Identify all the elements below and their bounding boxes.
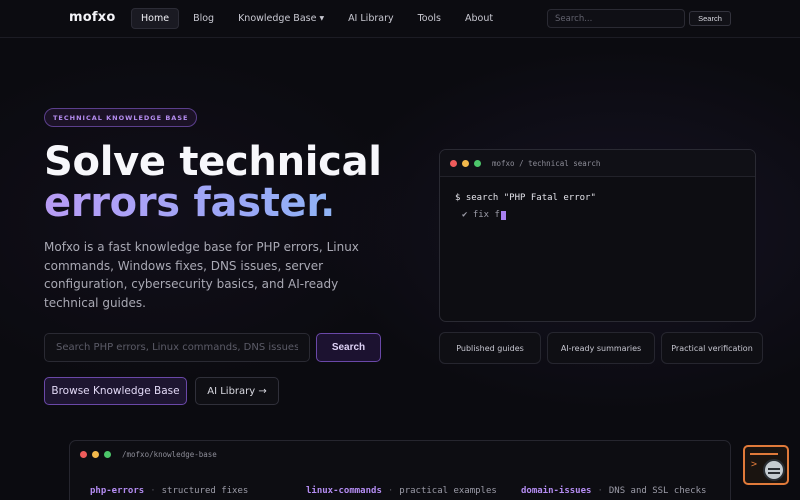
kb-separator: · [150, 486, 156, 496]
terminal-card: mofxo / technical search $ search "PHP F… [439, 149, 756, 322]
kb-separator: · [387, 486, 394, 496]
kb-category-value: practical examples [399, 486, 497, 496]
knowledge-base-panel: /mofxo/knowledge-base php-errors · struc… [69, 440, 731, 500]
prompt-chevron-icon: > [751, 459, 758, 470]
terminal-output: ✔ fix f [462, 210, 506, 220]
feature-chip: Published guides [439, 332, 541, 364]
nav-item-label: Knowledge Base [238, 13, 317, 24]
feature-chip: Practical verification [661, 332, 763, 364]
yellow-dot-icon [462, 159, 469, 167]
nav-search-input[interactable] [547, 9, 685, 28]
nav-item-ai-library[interactable]: AI Library [338, 8, 404, 29]
feature-chip: AI-ready summaries [547, 332, 655, 364]
hero-search-button[interactable]: Search [316, 333, 381, 362]
site-logo[interactable]: mofxo [69, 10, 115, 25]
terminal-command: $ search "PHP Fatal error" [455, 193, 596, 203]
kb-separator: · [597, 486, 603, 496]
nav-item-label: AI Library [348, 13, 394, 24]
nav-item-blog[interactable]: Blog [183, 8, 224, 29]
terminal-title: mofxo / technical search [492, 158, 601, 168]
kb-category-key: linux-commands [306, 486, 382, 496]
red-dot-icon [450, 159, 457, 167]
kb-category-row[interactable]: php-errors · structured fixes [90, 486, 248, 496]
kb-category-key: domain-issues [521, 486, 592, 496]
kb-category-row[interactable]: linux-commands · practical examples [306, 486, 497, 496]
magnifier-icon [763, 459, 785, 481]
kb-path: /mofxo/knowledge-base [122, 450, 217, 459]
main-nav: Home Blog Knowledge Base ▼ AI Library Too… [131, 8, 507, 29]
nav-item-label: Home [141, 13, 170, 24]
cursor-icon [500, 210, 506, 220]
ai-library-button[interactable]: AI Library → [195, 377, 279, 405]
chevron-down-icon: ▼ [319, 15, 325, 22]
red-dot-icon [80, 451, 87, 458]
kb-category-row[interactable]: domain-issues · DNS and SSL checks [521, 486, 706, 496]
feature-chips: Published guides AI-ready summaries Prac… [439, 332, 769, 364]
kb-category-value: structured fixes [161, 486, 249, 496]
yellow-dot-icon [92, 451, 99, 458]
hero-description: Mofxo is a fast knowledge base for PHP e… [44, 240, 359, 310]
nav-item-about[interactable]: About [455, 8, 503, 29]
terminal-search-widget-icon[interactable]: > [743, 445, 789, 485]
nav-item-tools[interactable]: Tools [408, 8, 451, 29]
widget-bar [750, 453, 778, 455]
kb-category-key: php-errors [90, 486, 145, 496]
nav-item-label: Blog [193, 13, 215, 24]
terminal-output-text: ✔ fix f [462, 210, 500, 220]
terminal-header: mofxo / technical search [440, 150, 755, 177]
green-dot-icon [474, 159, 481, 167]
nav-item-home[interactable]: Home [131, 8, 180, 29]
nav-item-label: About [465, 13, 494, 24]
nav-item-label: Tools [417, 13, 442, 24]
top-navbar: mofxo Home Blog Knowledge Base ▼ AI Libra… [0, 0, 800, 38]
hero-title-line1: Solve technical [44, 139, 382, 185]
kb-panel-header: /mofxo/knowledge-base [70, 441, 730, 468]
browse-knowledge-base-button[interactable]: Browse Knowledge Base [44, 377, 187, 405]
nav-search-button[interactable]: Search [689, 11, 731, 26]
kb-category-value: DNS and SSL checks [608, 486, 707, 496]
nav-item-knowledge-base[interactable]: Knowledge Base ▼ [228, 8, 334, 29]
green-dot-icon [104, 451, 111, 458]
hero-title-line2: errors faster. [44, 180, 335, 226]
hero-badge: TECHNICAL KNOWLEDGE BASE [44, 108, 198, 127]
hero-search-input[interactable] [44, 333, 310, 362]
